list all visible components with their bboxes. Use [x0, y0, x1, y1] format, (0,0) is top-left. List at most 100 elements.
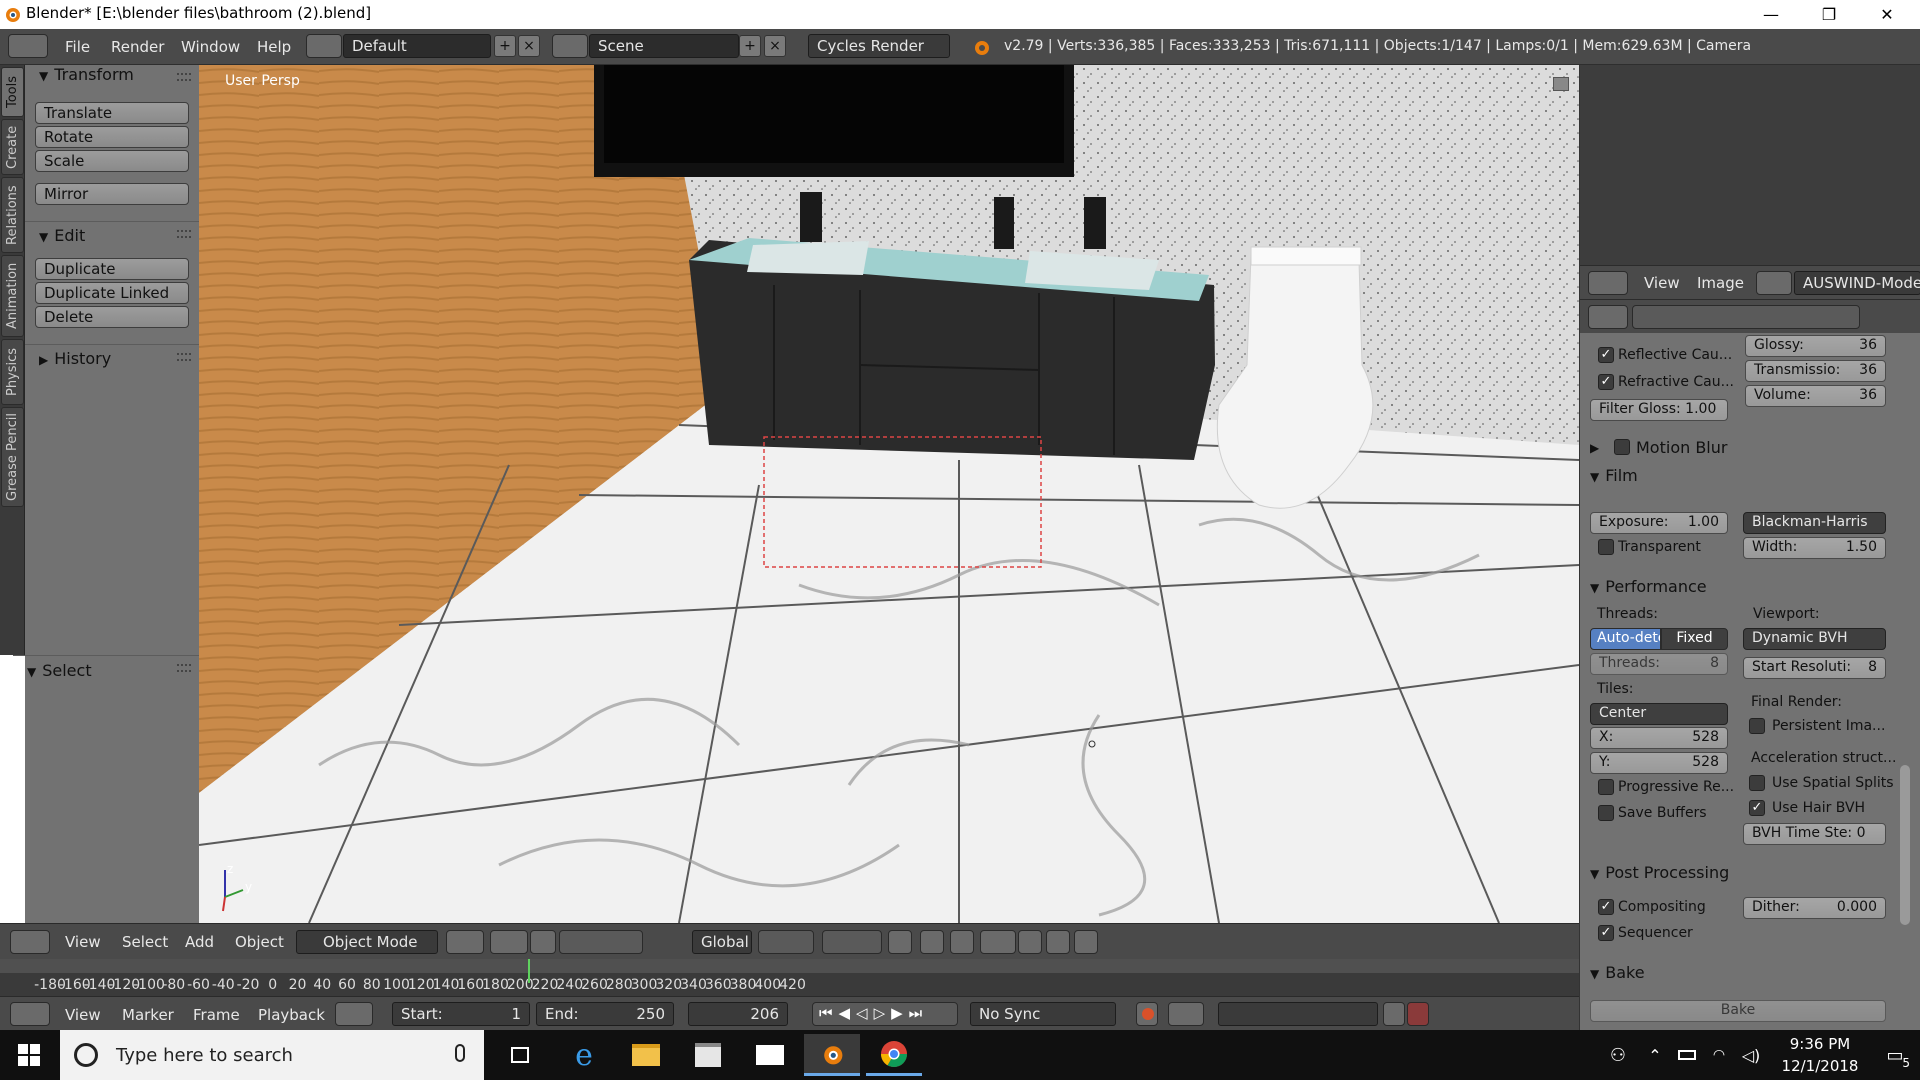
layer-buttons-icon[interactable] [822, 930, 882, 954]
start-button[interactable] [0, 1034, 58, 1076]
transparent-checkbox[interactable] [1598, 539, 1614, 555]
filter-width-field[interactable]: Width: 1.50 [1743, 537, 1886, 559]
translate-button[interactable]: Translate [35, 102, 189, 124]
history-panel-header[interactable]: ▶ History [25, 344, 199, 370]
add-layout-icon[interactable]: + [494, 35, 516, 57]
preview-range-icon[interactable] [335, 1002, 373, 1026]
orientation-dropdown[interactable]: Global [692, 930, 752, 954]
3d-viewport[interactable]: User Persp z y [199, 65, 1579, 923]
menu-select[interactable]: Select [122, 933, 168, 951]
close-button[interactable]: ✕ [1858, 0, 1916, 29]
minimize-button[interactable]: — [1742, 0, 1800, 29]
wifi-icon[interactable]: ◠ [1704, 1034, 1734, 1076]
file-explorer-icon[interactable] [618, 1034, 674, 1076]
hair-bvh-checkbox[interactable]: ✓ [1749, 800, 1765, 816]
start-frame-field[interactable]: Start: 1 [392, 1002, 530, 1026]
drag-handle-icon[interactable] [177, 230, 191, 238]
taskbar-clock[interactable]: 9:36 PM 12/1/2018 [1770, 1033, 1870, 1077]
chevron-up-icon[interactable]: ⌃ [1640, 1034, 1670, 1076]
bvh-type-dropdown[interactable]: Dynamic BVH [1743, 628, 1886, 650]
snap-toggle-icon[interactable] [950, 930, 974, 954]
keying-set-field[interactable] [1218, 1002, 1378, 1026]
lock-layers-icon[interactable] [888, 930, 912, 954]
manipulator-type-icons[interactable] [559, 930, 643, 954]
render-engine-dropdown[interactable]: Cycles Render [808, 34, 950, 58]
scale-button[interactable]: Scale [35, 150, 189, 172]
properties-context-tabs-icon[interactable] [1632, 305, 1860, 329]
menu-marker[interactable]: Marker [122, 1006, 174, 1024]
menu-frame[interactable]: Frame [193, 1006, 240, 1024]
pivot-point-icon[interactable] [490, 930, 528, 954]
refractive-caustics-checkbox[interactable]: ✓ [1598, 374, 1614, 390]
motion-blur-checkbox[interactable] [1614, 439, 1630, 455]
volume-bounces-field[interactable]: Volume: 36 [1745, 385, 1886, 407]
performance-panel-header[interactable]: ▼ Performance [1590, 577, 1707, 596]
duplicate-button[interactable]: Duplicate [35, 258, 189, 280]
post-processing-panel-header[interactable]: ▼ Post Processing [1590, 863, 1729, 882]
timeline-ruler[interactable]: -180 -160 -140 -120 -100 -80 -60 -40 -20 0 20 40 60 8… [0, 959, 1579, 996]
tile-y-field[interactable]: Y: 528 [1590, 752, 1728, 774]
record-keyframe-icon[interactable] [1136, 1002, 1158, 1026]
remove-scene-icon[interactable]: × [764, 35, 786, 57]
delete-keyframe-icon[interactable] [1407, 1002, 1429, 1026]
editor-type-info-icon[interactable] [8, 34, 48, 58]
tab-tools[interactable]: Tools [1, 67, 24, 117]
select-panel-header[interactable]: ▼ Select [13, 655, 199, 681]
editor-type-properties-icon[interactable] [1588, 305, 1628, 329]
manipulator-toggle-icon[interactable] [530, 930, 556, 954]
pixel-filter-dropdown[interactable]: Blackman-Harris [1743, 512, 1886, 534]
remove-layout-icon[interactable]: × [518, 35, 540, 57]
menu-image[interactable]: Image [1697, 274, 1744, 292]
task-view-icon[interactable] [492, 1034, 548, 1076]
editor-type-image-icon[interactable] [1588, 271, 1628, 295]
transmission-bounces-field[interactable]: Transmissio: 36 [1745, 360, 1886, 382]
scene-selector-icon[interactable] [552, 34, 588, 58]
menu-help[interactable]: Help [257, 38, 291, 56]
layout-selector-icon[interactable] [306, 34, 342, 58]
mode-dropdown[interactable]: Object Mode [296, 930, 438, 954]
mail-icon[interactable] [742, 1034, 798, 1076]
store-icon[interactable] [680, 1034, 736, 1076]
bake-panel-header[interactable]: ▼ Bake [1590, 963, 1645, 982]
edge-browser-icon[interactable]: e [556, 1034, 612, 1076]
dither-field[interactable]: Dither: 0.000 [1743, 897, 1886, 919]
people-icon[interactable]: ⚇ [1598, 1034, 1638, 1076]
snap-element-icon[interactable] [980, 930, 1016, 954]
proportional-edit-icon[interactable] [920, 930, 944, 954]
chrome-icon[interactable] [866, 1034, 922, 1076]
end-frame-field[interactable]: End: 250 [536, 1002, 674, 1026]
menu-view[interactable]: View [65, 1006, 101, 1024]
tab-physics[interactable]: Physics [1, 339, 24, 405]
bake-button[interactable]: Bake [1590, 1000, 1886, 1022]
shading-mode-icon[interactable] [446, 930, 484, 954]
volume-icon[interactable]: ◁) [1736, 1034, 1766, 1076]
action-center-icon[interactable]: ▭ 5 [1870, 1034, 1920, 1076]
drag-handle-icon[interactable] [177, 73, 191, 81]
menu-view[interactable]: View [65, 933, 101, 951]
render-icon[interactable] [1046, 930, 1070, 954]
insert-keyframe-icon[interactable] [1383, 1002, 1405, 1026]
bvh-time-steps-field[interactable]: BVH Time Ste: 0 [1743, 823, 1886, 845]
keying-set-icon[interactable] [1168, 1002, 1204, 1026]
tab-create[interactable]: Create [1, 119, 24, 175]
menu-view[interactable]: View [1644, 274, 1680, 292]
image-editor-area[interactable] [1580, 65, 1920, 265]
taskbar-search-box[interactable]: Type here to search [60, 1030, 484, 1080]
add-scene-icon[interactable]: + [739, 35, 761, 57]
compositing-checkbox[interactable]: ✓ [1598, 899, 1614, 915]
threads-fixed-button[interactable]: Fixed [1661, 628, 1728, 650]
menu-file[interactable]: File [65, 38, 90, 56]
render-animation-icon[interactable] [1074, 930, 1098, 954]
microphone-icon[interactable] [455, 1044, 465, 1062]
rotate-button[interactable]: Rotate [35, 126, 189, 148]
snap-target-icon[interactable] [1018, 930, 1042, 954]
image-name-field[interactable]: AUSWIND-Modern [1794, 271, 1920, 295]
start-resolution-field[interactable]: Start Resoluti: 8 [1743, 657, 1886, 679]
image-browse-icon[interactable] [1756, 271, 1792, 295]
transform-panel-header[interactable]: ▼ Transform [25, 65, 199, 91]
glossy-bounces-field[interactable]: Glossy: 36 [1745, 335, 1886, 357]
battery-icon[interactable] [1672, 1034, 1702, 1076]
region-toggle-icon[interactable] [1553, 77, 1569, 91]
progressive-refine-checkbox[interactable] [1598, 779, 1614, 795]
exposure-field[interactable]: Exposure: 1.00 [1590, 512, 1728, 534]
